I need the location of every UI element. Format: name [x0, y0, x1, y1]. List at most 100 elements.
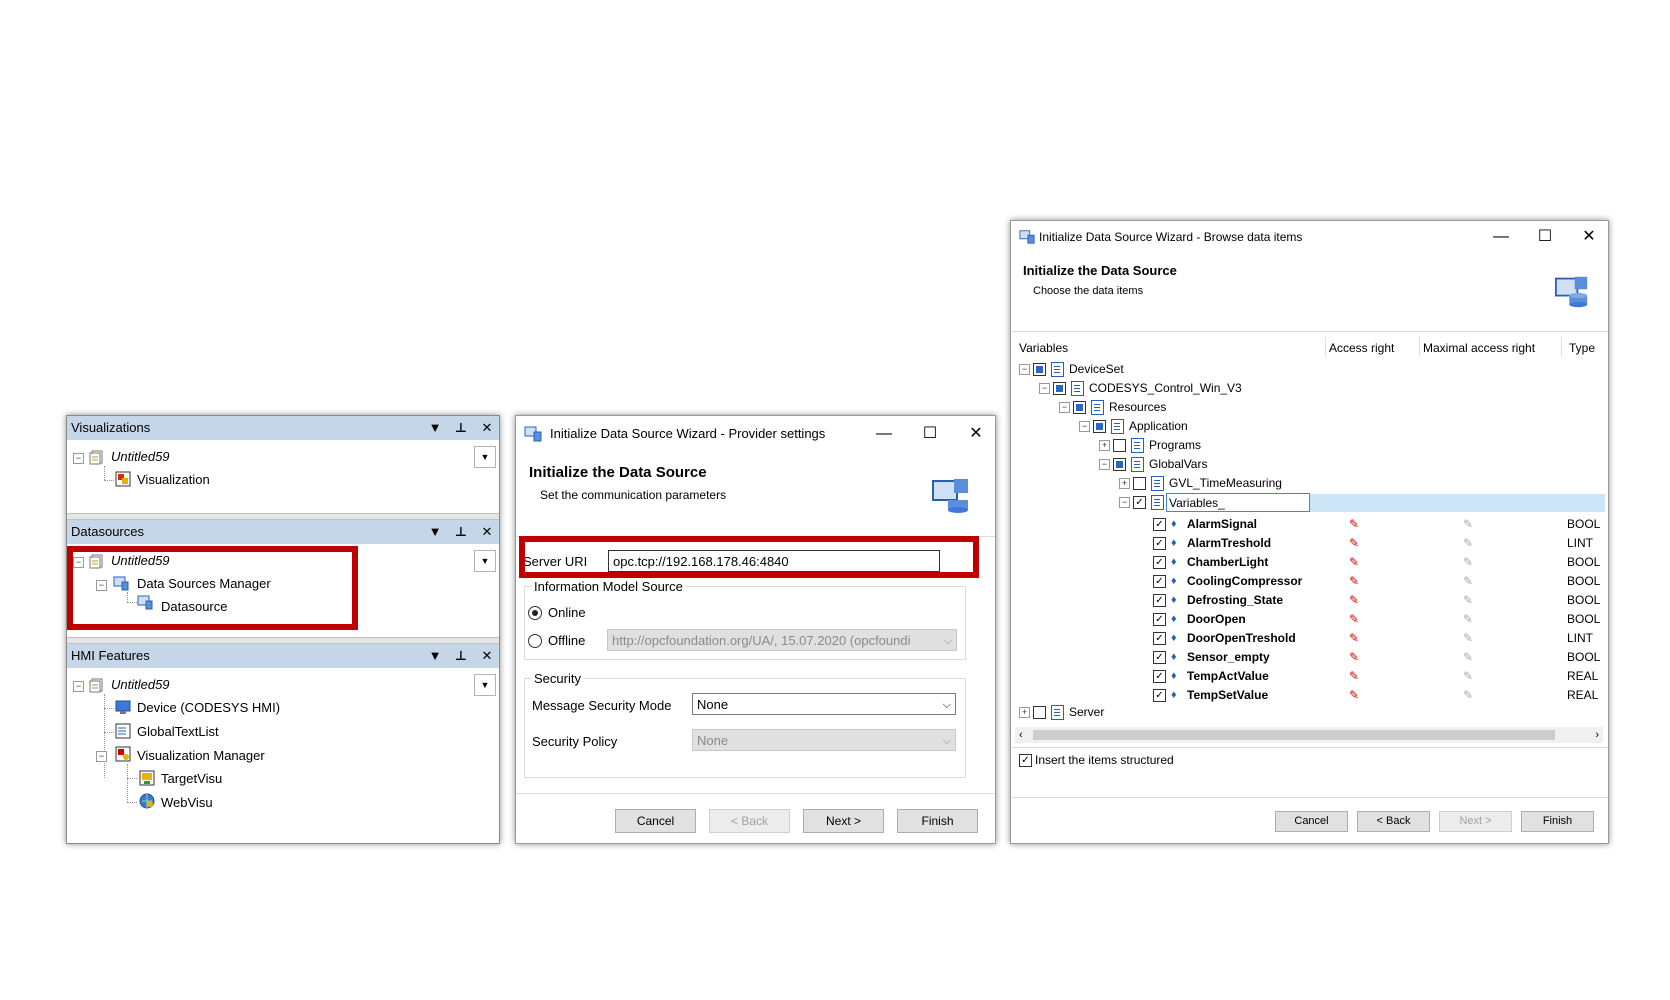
device-item[interactable]: Device (CODESYS HMI) [137, 698, 280, 718]
variable-checkbox[interactable]: ✓ [1153, 651, 1166, 664]
visualizations-root-item[interactable]: Untitled59 [111, 447, 170, 467]
variable-row[interactable]: ✓ ♦ Sensor_empty ✎ ✎ BOOL [1011, 648, 1608, 666]
variable-checkbox[interactable]: ✓ [1153, 594, 1166, 607]
pin-icon[interactable]: ⊥ [453, 416, 469, 440]
tree-item-application[interactable]: Application [1129, 417, 1188, 435]
hmi-features-dropdown-button[interactable]: ▼ [474, 674, 496, 696]
scrollbar-thumb[interactable] [1033, 730, 1555, 740]
cancel-button[interactable]: Cancel [615, 809, 696, 833]
variable-checkbox[interactable]: ✓ [1153, 613, 1166, 626]
visualization-item[interactable]: Visualization [137, 470, 210, 490]
datasources-dropdown-button[interactable]: ▼ [474, 550, 496, 572]
variable-row[interactable]: ✓ ♦ DoorOpen ✎ ✎ BOOL [1011, 610, 1608, 628]
tree-checkbox[interactable] [1053, 382, 1066, 395]
maximize-icon[interactable]: ☐ [921, 416, 939, 452]
back-button[interactable]: < Back [709, 809, 790, 833]
tree-checkbox[interactable] [1113, 439, 1126, 452]
variable-checkbox[interactable]: ✓ [1153, 575, 1166, 588]
horizontal-scrollbar[interactable]: ‹ › [1015, 727, 1603, 743]
collapse-toggle[interactable]: − [73, 681, 84, 692]
collapse-toggle[interactable]: − [73, 453, 84, 464]
finish-button[interactable]: Finish [1521, 811, 1594, 832]
offline-radio[interactable] [528, 634, 542, 648]
targetvisu-item[interactable]: TargetVisu [161, 769, 222, 789]
pin-icon[interactable]: ⊥ [453, 520, 469, 544]
maximize-icon[interactable]: ☐ [1536, 221, 1554, 253]
tree-checkbox[interactable] [1033, 363, 1046, 376]
variable-checkbox[interactable]: ✓ [1153, 689, 1166, 702]
expand-toggle[interactable]: + [1019, 707, 1030, 718]
column-header-type[interactable]: Type [1569, 339, 1595, 357]
tree-checkbox[interactable] [1073, 401, 1086, 414]
close-icon[interactable]: ✕ [479, 644, 495, 668]
next-button[interactable]: Next > [1439, 811, 1512, 832]
tree-item-gvl-timemeasuring[interactable]: GVL_TimeMeasuring [1169, 474, 1282, 492]
pane-menu-icon[interactable]: ▼ [427, 644, 443, 668]
tree-item-control[interactable]: CODESYS_Control_Win_V3 [1089, 379, 1242, 397]
security-policy-select[interactable]: None ⌵ [692, 729, 956, 751]
variable-row[interactable]: ✓ ♦ AlarmTreshold ✎ ✎ LINT [1011, 534, 1608, 552]
close-icon[interactable]: ✕ [1580, 221, 1598, 253]
online-radio[interactable] [528, 606, 542, 620]
variable-checkbox[interactable]: ✓ [1153, 632, 1166, 645]
tree-checkbox[interactable] [1033, 706, 1046, 719]
message-security-mode-select[interactable]: None ⌵ [692, 693, 956, 715]
collapse-toggle[interactable]: − [1079, 421, 1090, 432]
variable-checkbox[interactable]: ✓ [1153, 670, 1166, 683]
scroll-left-icon[interactable]: ‹ [1019, 727, 1023, 743]
expand-toggle[interactable]: + [1099, 440, 1110, 451]
tree-checkbox[interactable] [1093, 420, 1106, 433]
close-icon[interactable]: ✕ [479, 416, 495, 440]
finish-button[interactable]: Finish [897, 809, 978, 833]
tree-item-deviceset[interactable]: DeviceSet [1069, 360, 1124, 378]
variable-row[interactable]: ✓ ♦ ChamberLight ✎ ✎ BOOL [1011, 553, 1608, 571]
collapse-toggle[interactable]: − [1039, 383, 1050, 394]
globaltextlist-item[interactable]: GlobalTextList [137, 722, 219, 742]
variable-row[interactable]: ✓ ♦ TempSetValue ✎ ✎ REAL [1011, 686, 1608, 704]
variable-checkbox[interactable]: ✓ [1153, 518, 1166, 531]
collapse-toggle[interactable]: − [1059, 402, 1070, 413]
hmi-root-item[interactable]: Untitled59 [111, 675, 170, 695]
scroll-right-icon[interactable]: › [1595, 727, 1599, 743]
insert-structured-checkbox[interactable]: ✓ [1019, 754, 1032, 767]
pin-icon[interactable]: ⊥ [453, 644, 469, 668]
collapse-toggle[interactable]: − [96, 751, 107, 762]
webvisu-item[interactable]: WebVisu [161, 793, 213, 813]
close-icon[interactable]: ✕ [967, 416, 985, 452]
variable-row[interactable]: ✓ ♦ CoolingCompressor ✎ ✎ BOOL [1011, 572, 1608, 590]
collapse-toggle[interactable]: − [1019, 364, 1030, 375]
minimize-icon[interactable]: — [1492, 221, 1510, 253]
pane-menu-icon[interactable]: ▼ [427, 416, 443, 440]
tree-item-globalvars[interactable]: GlobalVars [1149, 455, 1207, 473]
tree-item-variables-editing[interactable]: Variables_ [1166, 493, 1310, 512]
variable-checkbox[interactable]: ✓ [1153, 537, 1166, 550]
collapse-toggle[interactable]: − [1119, 497, 1130, 508]
collapse-toggle[interactable]: − [1099, 459, 1110, 470]
variable-row[interactable]: ✓ ♦ AlarmSignal ✎ ✎ BOOL [1011, 515, 1608, 533]
tree-checkbox[interactable] [1113, 458, 1126, 471]
tree-item-server[interactable]: Server [1069, 703, 1104, 721]
column-header-variables[interactable]: Variables [1019, 339, 1068, 357]
variable-row[interactable]: ✓ ♦ Defrosting_State ✎ ✎ BOOL [1011, 591, 1608, 609]
back-button[interactable]: < Back [1357, 811, 1430, 832]
cancel-button[interactable]: Cancel [1275, 811, 1348, 832]
visualization-manager-item[interactable]: Visualization Manager [137, 746, 265, 766]
variable-row[interactable]: ✓ ♦ TempActValue ✎ ✎ REAL [1011, 667, 1608, 685]
visualizations-dropdown-button[interactable]: ▼ [474, 446, 496, 468]
tree-checkbox[interactable]: ✓ [1133, 496, 1146, 509]
datasources-pane-title: Datasources [71, 524, 144, 539]
tree-item-programs[interactable]: Programs [1149, 436, 1201, 454]
tree-checkbox[interactable] [1133, 477, 1146, 490]
tree-item-resources[interactable]: Resources [1109, 398, 1166, 416]
column-header-max-access-right[interactable]: Maximal access right [1423, 339, 1535, 357]
variable-row[interactable]: ✓ ♦ DoorOpenTreshold ✎ ✎ LINT [1011, 629, 1608, 647]
expand-toggle[interactable]: + [1119, 478, 1130, 489]
next-button[interactable]: Next > [803, 809, 884, 833]
pane-menu-icon[interactable]: ▼ [427, 520, 443, 544]
column-header-access-right[interactable]: Access right [1329, 339, 1394, 357]
minimize-icon[interactable]: — [875, 416, 893, 452]
variable-checkbox[interactable]: ✓ [1153, 556, 1166, 569]
offline-source-select[interactable]: http://opcfoundation.org/UA/, 15.07.2020… [607, 629, 957, 651]
close-icon[interactable]: ✕ [479, 520, 495, 544]
read-write-access-icon: ✎ [1463, 688, 1474, 702]
